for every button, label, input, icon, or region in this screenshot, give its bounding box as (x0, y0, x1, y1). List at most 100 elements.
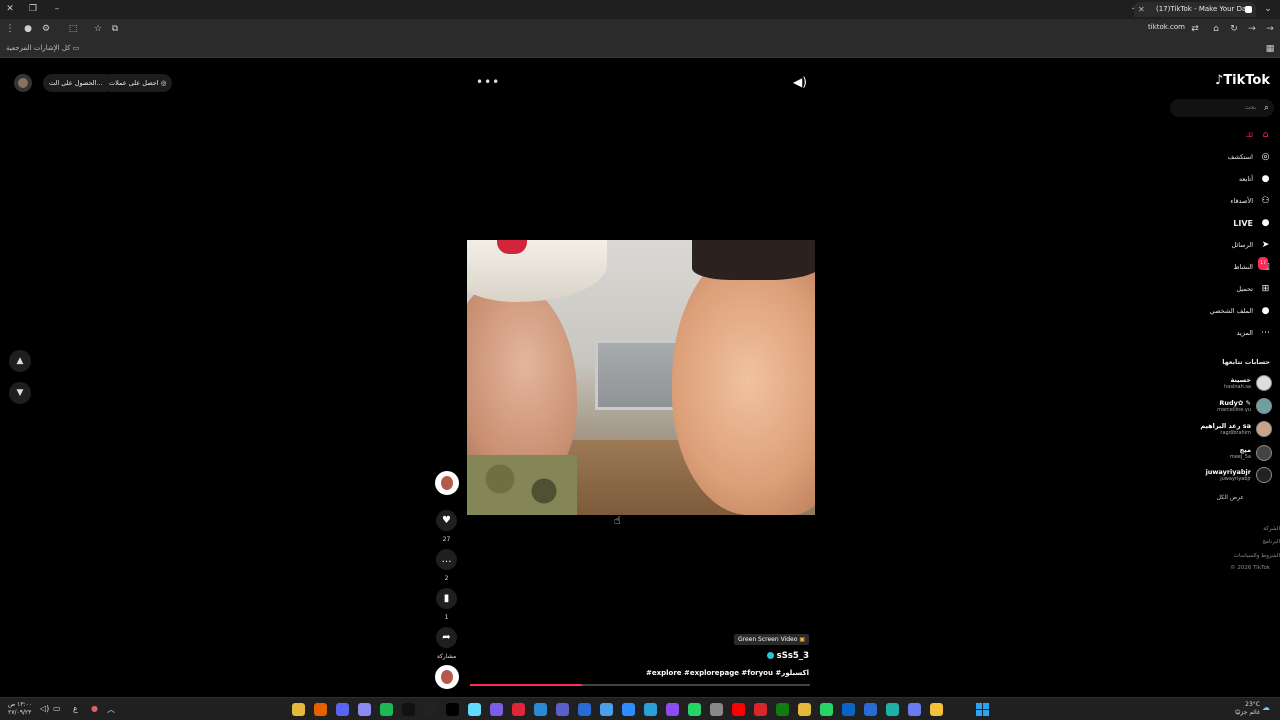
sidebar-item-8[interactable]: ● الملف الشخصي (1210, 304, 1272, 318)
opera-icon[interactable] (512, 703, 525, 716)
windows-start-icon[interactable] (976, 703, 989, 716)
edge-icon[interactable] (886, 703, 899, 716)
react-icon[interactable] (468, 703, 481, 716)
sidebar-item-5[interactable]: ➤ الرسائل (1231, 238, 1272, 252)
like-button[interactable]: ♥ (436, 510, 457, 531)
tab-tiktok[interactable]: ✕ (17)TikTok - Make Your Day (1134, 2, 1256, 17)
firefox-icon[interactable] (314, 703, 327, 716)
chrome-icon[interactable] (292, 703, 305, 716)
chrome2-icon[interactable] (798, 703, 811, 716)
sidebar-item-7[interactable]: ⊞ تحميل (1236, 282, 1272, 296)
user-avatar[interactable] (14, 74, 32, 92)
zoom-icon[interactable] (622, 703, 635, 716)
reload-icon[interactable]: ↻ (1228, 23, 1240, 35)
acrobat-icon[interactable] (754, 703, 767, 716)
network-icon[interactable]: ▭ (53, 704, 61, 713)
sound-avatar[interactable] (435, 665, 459, 689)
profile-icon[interactable]: ● (22, 23, 34, 35)
discord-icon[interactable] (336, 703, 349, 716)
menu-icon[interactable]: ⋮ (4, 23, 16, 35)
footer-link[interactable]: الشركة (1263, 526, 1280, 532)
video-player[interactable] (467, 240, 815, 515)
speaker-icon[interactable]: ◁) (40, 704, 49, 713)
sidebar-item-2[interactable]: ● أتابعه (1239, 172, 1272, 186)
download-icon[interactable]: ⬚ (67, 23, 79, 35)
extensions-icon[interactable]: ⚙ (40, 23, 52, 35)
telegram-icon[interactable] (644, 703, 657, 716)
side-panel-icon[interactable]: ▦ (1264, 43, 1276, 55)
following-account[interactable]: حسينة haslnah.sa (1224, 373, 1272, 393)
see-all-link[interactable]: عرض الكل (1217, 494, 1244, 501)
get-coins-button[interactable]: احصل على عملات ◎ (103, 74, 173, 92)
mic-icon[interactable]: ● (91, 704, 98, 713)
previous-video-button[interactable]: ▲ (9, 350, 31, 372)
comment-button[interactable]: … (436, 549, 457, 570)
weather-widget[interactable]: 23°C غائم جزئيًا (1235, 701, 1260, 717)
site-settings-icon[interactable]: ⇄ (1189, 23, 1201, 35)
outlook-icon[interactable] (842, 703, 855, 716)
tray-overflow-icon[interactable]: ︿ (107, 704, 115, 715)
forward-icon[interactable]: → (1246, 23, 1258, 35)
settings-icon[interactable] (710, 703, 723, 716)
following-account[interactable]: juwayriyabjr juwayriyabjr (1206, 465, 1272, 485)
following-account[interactable]: Rudy✿ ✎ marcelline.yu (1217, 396, 1272, 416)
sidebar-item-6[interactable]: ▣17 النشاط (1233, 256, 1272, 274)
creator-avatar[interactable] (435, 471, 459, 495)
save-button[interactable]: ▮ (436, 588, 457, 609)
close-window-icon[interactable]: ✕ (4, 3, 16, 15)
share-button[interactable]: ➦ (436, 627, 457, 648)
whatsapp-icon[interactable] (688, 703, 701, 716)
whatsapp2-icon[interactable] (820, 703, 833, 716)
sidebar-item-9[interactable]: ⋯ المزيد (1237, 326, 1272, 340)
home-icon[interactable]: ⌂ (1210, 23, 1222, 35)
sidebar-item-1[interactable]: ◎ استكشف (1228, 150, 1272, 164)
mail-icon[interactable] (578, 703, 591, 716)
volume-icon[interactable]: ◀) (793, 75, 807, 89)
bookmark-star-icon[interactable]: ☆ (92, 23, 104, 35)
following-account[interactable]: رغد البراهيم sa ragdibrahim (1200, 419, 1272, 439)
clock[interactable]: ١٣:٠٠ ص ٢٧/٠٩/٢٣ (8, 701, 32, 717)
footer-link[interactable]: © 2026 TikTok (1230, 565, 1270, 571)
account-avatar (1256, 421, 1272, 437)
xbox-icon[interactable] (776, 703, 789, 716)
tiktok-icon[interactable] (424, 703, 437, 716)
vscode-icon[interactable] (534, 703, 547, 716)
search-icon[interactable]: ⌕ (1264, 99, 1269, 117)
footer-link[interactable]: البرنامج (1262, 539, 1280, 545)
more-dots-icon[interactable]: ••• (476, 75, 500, 89)
youtube-icon[interactable] (732, 703, 745, 716)
sidebar-item-0[interactable]: ⌂ لك (1246, 128, 1272, 142)
green-screen-badge[interactable]: Green Screen Video ▣ (733, 634, 809, 645)
notepad-icon[interactable] (600, 703, 613, 716)
explorer-icon[interactable] (930, 703, 943, 716)
capcut-icon[interactable] (402, 703, 415, 716)
search-input[interactable]: بحث ⌕ (1170, 99, 1274, 117)
following-account[interactable]: ميج meej_5a (1230, 443, 1272, 463)
x-icon[interactable] (446, 703, 459, 716)
back-icon[interactable]: → (1264, 23, 1276, 35)
video-progress-bar[interactable] (470, 684, 810, 686)
address-bar[interactable]: tiktok.com (1148, 23, 1185, 31)
copilot-icon[interactable] (908, 703, 921, 716)
folder-icon: ▭ (72, 44, 80, 52)
messenger-icon[interactable] (666, 703, 679, 716)
author-name[interactable]: sSs5_3 (764, 651, 809, 661)
next-video-button[interactable]: ▼ (9, 382, 31, 404)
tab-search-icon[interactable]: ⌄ (1262, 3, 1274, 15)
sidebar-item-3[interactable]: ⚇ الأصدقاء (1230, 194, 1272, 208)
share-page-icon[interactable]: ⧉ (109, 23, 121, 35)
minimize-window-icon[interactable]: – (51, 3, 63, 15)
calendar-icon[interactable] (864, 703, 877, 716)
tiktok-logo[interactable]: ♪TikTok (1215, 73, 1270, 88)
restore-window-icon[interactable]: ❐ (27, 3, 39, 15)
language-indicator[interactable]: ع (73, 704, 78, 713)
footer-link[interactable]: الشروط والسياسات (1234, 553, 1280, 559)
obsidian-icon[interactable] (490, 703, 503, 716)
sidebar-item-4[interactable]: ● LIVE (1233, 216, 1272, 230)
close-tab-icon[interactable]: ✕ (1138, 2, 1145, 17)
all-bookmarks-link[interactable]: كل الإشارات المرجعية ▭ (6, 44, 79, 52)
teams-icon[interactable] (556, 703, 569, 716)
cortana-icon[interactable] (358, 703, 371, 716)
video-tags[interactable]: #explore #explorepage #foryou #اكسبلور (646, 669, 809, 677)
spotify-icon[interactable] (380, 703, 393, 716)
